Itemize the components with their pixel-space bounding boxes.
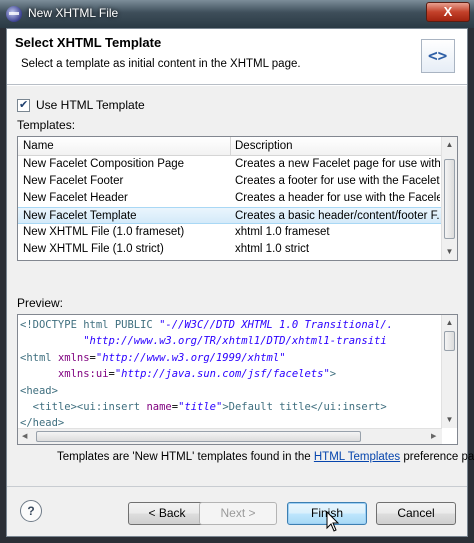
code-token: <!DOCTYPE html PUBLIC bbox=[20, 319, 160, 331]
row-name: New Facelet Footer bbox=[23, 175, 124, 187]
mouse-pointer-icon bbox=[326, 510, 340, 532]
column-header-description[interactable]: Description bbox=[235, 140, 293, 152]
page-description: Select a template as initial content in … bbox=[21, 58, 301, 70]
back-button[interactable]: < Back bbox=[128, 502, 206, 525]
code-token: name bbox=[146, 401, 172, 414]
code-token: > bbox=[329, 368, 337, 381]
cancel-button[interactable]: Cancel bbox=[376, 502, 456, 525]
row-description: Creates a footer for use with the Facele… bbox=[235, 175, 440, 187]
templates-label: Templates: bbox=[17, 118, 76, 132]
row-description: Creates a new Facelet page for use with … bbox=[235, 158, 440, 170]
button-bar: ? < Back Next > Finish Cancel bbox=[7, 486, 467, 536]
use-template-checkbox[interactable] bbox=[17, 98, 30, 112]
html-templates-link[interactable]: HTML Templates bbox=[314, 451, 400, 463]
scroll-down-arrow-icon[interactable]: ▼ bbox=[443, 244, 456, 259]
scroll-right-arrow-icon[interactable]: ▶ bbox=[431, 432, 436, 440]
row-name: New XHTML File (1.0 strict) bbox=[23, 243, 164, 255]
scrollbar-thumb[interactable] bbox=[444, 159, 455, 239]
wizard-banner: Select XHTML Template Select a template … bbox=[7, 29, 467, 85]
scroll-down-arrow-icon[interactable]: ▼ bbox=[443, 412, 456, 427]
code-token: "title" bbox=[178, 401, 223, 414]
code-token: "-//W3C//DTD XHTML 1.0 Transitional/. bbox=[159, 319, 393, 331]
row-description: xhtml 1.0 frameset bbox=[235, 226, 330, 238]
code-token: <html bbox=[20, 351, 58, 364]
help-icon[interactable]: ? bbox=[20, 500, 42, 522]
table-row[interactable]: New Facelet Footer Creates a footer for … bbox=[18, 173, 443, 190]
scroll-up-arrow-icon[interactable]: ▲ bbox=[443, 315, 456, 330]
scrollbar-thumb[interactable] bbox=[444, 331, 455, 351]
eclipse-app-icon bbox=[6, 6, 22, 22]
code-token: "http://www.w3.org/TR/xhtml1/DTD/xhtml1-… bbox=[83, 335, 387, 348]
row-description: Creates a basic header/content/footer F.… bbox=[235, 210, 440, 222]
table-row[interactable]: New XHTML File (1.0 strict) xhtml 1.0 st… bbox=[18, 241, 443, 258]
preview-code-area[interactable]: <!DOCTYPE html PUBLIC "-//W3C//DTD XHTML… bbox=[17, 314, 458, 445]
page-title: Select XHTML Template bbox=[15, 35, 162, 50]
code-token: "http://www.w3.org/1999/xhtml" bbox=[95, 351, 286, 364]
column-header-name[interactable]: Name bbox=[23, 140, 54, 152]
wizard-icon-glyph: <> bbox=[428, 46, 448, 65]
table-row[interactable]: New XHTML File (1.0 frameset) xhtml 1.0 … bbox=[18, 224, 443, 241]
code-token: </head> bbox=[20, 417, 65, 427]
preview-label: Preview: bbox=[17, 296, 64, 310]
row-name: New Facelet Template bbox=[23, 210, 137, 222]
preview-horizontal-scrollbar[interactable]: ◀ ▶ bbox=[18, 428, 442, 444]
wizard-body: Use HTML Template Templates: Name Descri… bbox=[7, 86, 474, 486]
close-button[interactable]: X bbox=[426, 2, 470, 22]
code-token: >Default title</ui:insert> bbox=[222, 401, 387, 414]
code-token: "http://java.sun.com/jsf/facelets" bbox=[114, 368, 330, 381]
code-token: xmlns:ui bbox=[57, 368, 109, 381]
table-row[interactable]: New Facelet Composition Page Creates a n… bbox=[18, 156, 443, 173]
code-token: <head> bbox=[20, 384, 58, 397]
preview-vertical-scrollbar[interactable]: ▲ ▼ bbox=[441, 315, 457, 428]
info-text-after: preference page. bbox=[403, 451, 474, 463]
preview-code: <!DOCTYPE html PUBLIC "-//W3C//DTD XHTML… bbox=[20, 317, 440, 427]
table-row-selected[interactable]: New Facelet Template Creates a basic hea… bbox=[18, 207, 443, 224]
row-name: New XHTML File (1.0 frameset) bbox=[23, 226, 185, 238]
row-name: New Facelet Header bbox=[23, 192, 128, 204]
horizontal-scrollbar-thumb[interactable] bbox=[36, 431, 361, 442]
info-text-before: Templates are 'New HTML' templates found… bbox=[57, 451, 314, 463]
table-header: Name Description bbox=[18, 137, 443, 156]
scroll-up-arrow-icon[interactable]: ▲ bbox=[443, 137, 456, 152]
title-bar[interactable]: New XHTML File X bbox=[0, 0, 474, 28]
dialog-content: Select XHTML Template Select a template … bbox=[6, 28, 474, 537]
window-title: New XHTML File bbox=[28, 6, 119, 20]
templates-info-text: Templates are 'New HTML' templates found… bbox=[57, 451, 474, 463]
code-token: <title><ui:insert bbox=[32, 401, 147, 414]
row-description: Creates a header for use with the Facele… bbox=[235, 192, 440, 204]
use-template-label[interactable]: Use HTML Template bbox=[36, 98, 145, 112]
row-description: xhtml 1.0 strict bbox=[235, 243, 310, 255]
table-row[interactable]: New Facelet Header Creates a header for … bbox=[18, 190, 443, 207]
table-vertical-scrollbar[interactable]: ▲ ▼ bbox=[441, 137, 457, 260]
row-name: New Facelet Composition Page bbox=[23, 158, 185, 170]
scroll-left-arrow-icon[interactable]: ◀ bbox=[22, 432, 27, 440]
templates-table[interactable]: Name Description New Facelet Composition… bbox=[17, 136, 458, 261]
column-divider[interactable] bbox=[230, 137, 231, 156]
xhtml-wizard-icon: <> bbox=[421, 39, 455, 73]
next-button[interactable]: Next > bbox=[199, 502, 277, 525]
dialog-window: New XHTML File X Select XHTML Template S… bbox=[0, 0, 474, 543]
code-token: xmlns bbox=[57, 351, 90, 364]
